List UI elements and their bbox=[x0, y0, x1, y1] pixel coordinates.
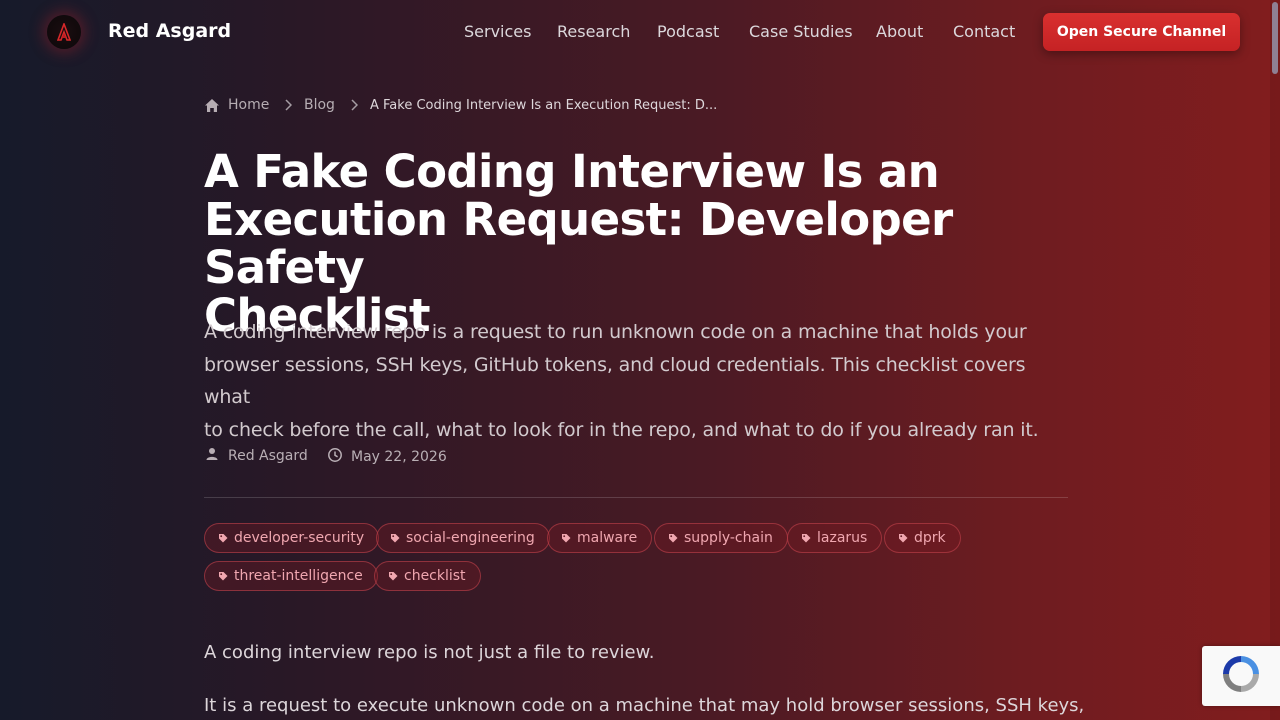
tag-label: lazarus bbox=[817, 530, 868, 546]
title-line: A Fake Coding Interview Is an bbox=[204, 145, 940, 198]
scrollbar-thumb[interactable] bbox=[1272, 2, 1278, 74]
nav-contact[interactable]: Contact bbox=[953, 22, 1015, 41]
tag-label: malware bbox=[577, 530, 638, 546]
tag-label: developer-security bbox=[234, 530, 365, 546]
tag-lazarus[interactable]: lazarus bbox=[787, 523, 883, 553]
person-icon bbox=[204, 447, 228, 465]
article-paragraph: It is a request to execute unknown code … bbox=[204, 695, 1085, 716]
nav-research[interactable]: Research bbox=[557, 22, 630, 41]
red-asgard-logo-icon bbox=[47, 15, 81, 49]
tag-label: supply-chain bbox=[684, 530, 773, 546]
tag-icon bbox=[219, 534, 228, 543]
page-title: A Fake Coding Interview Is an Execution … bbox=[204, 148, 1084, 340]
tag-threat-intelligence[interactable]: threat-intelligence bbox=[204, 561, 378, 591]
nav-case-studies[interactable]: Case Studies bbox=[749, 22, 853, 41]
recaptcha-badge[interactable] bbox=[1202, 646, 1280, 706]
tag-checklist[interactable]: checklist bbox=[374, 561, 481, 591]
author-meta: Red Asgard bbox=[204, 447, 308, 465]
breadcrumb-home[interactable]: Home bbox=[228, 97, 269, 113]
scrollbar[interactable] bbox=[1270, 0, 1280, 720]
chevron-right-icon bbox=[350, 99, 359, 115]
tag-dprk[interactable]: dprk bbox=[884, 523, 961, 553]
nav-about[interactable]: About bbox=[876, 22, 923, 41]
tag-icon bbox=[389, 572, 398, 581]
author-name[interactable]: Red Asgard bbox=[228, 448, 308, 464]
breadcrumb-current: A Fake Coding Interview Is an Execution … bbox=[370, 98, 718, 113]
publish-date: May 22, 2026 bbox=[351, 449, 447, 465]
lead-line: browser sessions, SSH keys, GitHub token… bbox=[204, 353, 1026, 409]
chevron-right-icon bbox=[284, 99, 293, 115]
tag-icon bbox=[669, 534, 678, 543]
home-icon[interactable] bbox=[204, 98, 220, 117]
tag-icon bbox=[219, 572, 228, 581]
nav-podcast[interactable]: Podcast bbox=[657, 22, 719, 41]
tag-icon bbox=[562, 534, 571, 543]
tag-label: checklist bbox=[404, 568, 466, 584]
lead-line: to check before the call, what to look f… bbox=[204, 418, 1039, 441]
tag-icon bbox=[899, 534, 908, 543]
article-paragraph: A coding interview repo is not just a fi… bbox=[204, 642, 655, 663]
lead-line: A coding interview repo is a request to … bbox=[204, 321, 1027, 343]
site-header: Red Asgard Services Research Podcast Cas… bbox=[0, 0, 1280, 64]
tag-label: social-engineering bbox=[406, 530, 535, 546]
clock-icon bbox=[327, 447, 351, 467]
open-secure-channel-button[interactable]: Open Secure Channel bbox=[1043, 13, 1240, 51]
article-lead: A coding interview repo is a request to … bbox=[204, 316, 1074, 446]
tag-social-engineering[interactable]: social-engineering bbox=[376, 523, 550, 553]
logo-link[interactable] bbox=[34, 6, 94, 58]
tag-label: dprk bbox=[914, 530, 946, 546]
tag-developer-security[interactable]: developer-security bbox=[204, 523, 380, 553]
title-line: Execution Request: Developer Safety bbox=[204, 193, 953, 294]
date-meta: May 22, 2026 bbox=[327, 447, 447, 467]
breadcrumb-blog[interactable]: Blog bbox=[304, 97, 335, 113]
divider bbox=[204, 497, 1068, 498]
tag-label: threat-intelligence bbox=[234, 568, 363, 584]
tag-supply-chain[interactable]: supply-chain bbox=[654, 523, 788, 553]
brand-name[interactable]: Red Asgard bbox=[108, 20, 231, 42]
tag-icon bbox=[391, 534, 400, 543]
tag-icon bbox=[802, 534, 811, 543]
recaptcha-icon bbox=[1219, 652, 1263, 700]
nav-services[interactable]: Services bbox=[464, 22, 531, 41]
tag-malware[interactable]: malware bbox=[547, 523, 653, 553]
